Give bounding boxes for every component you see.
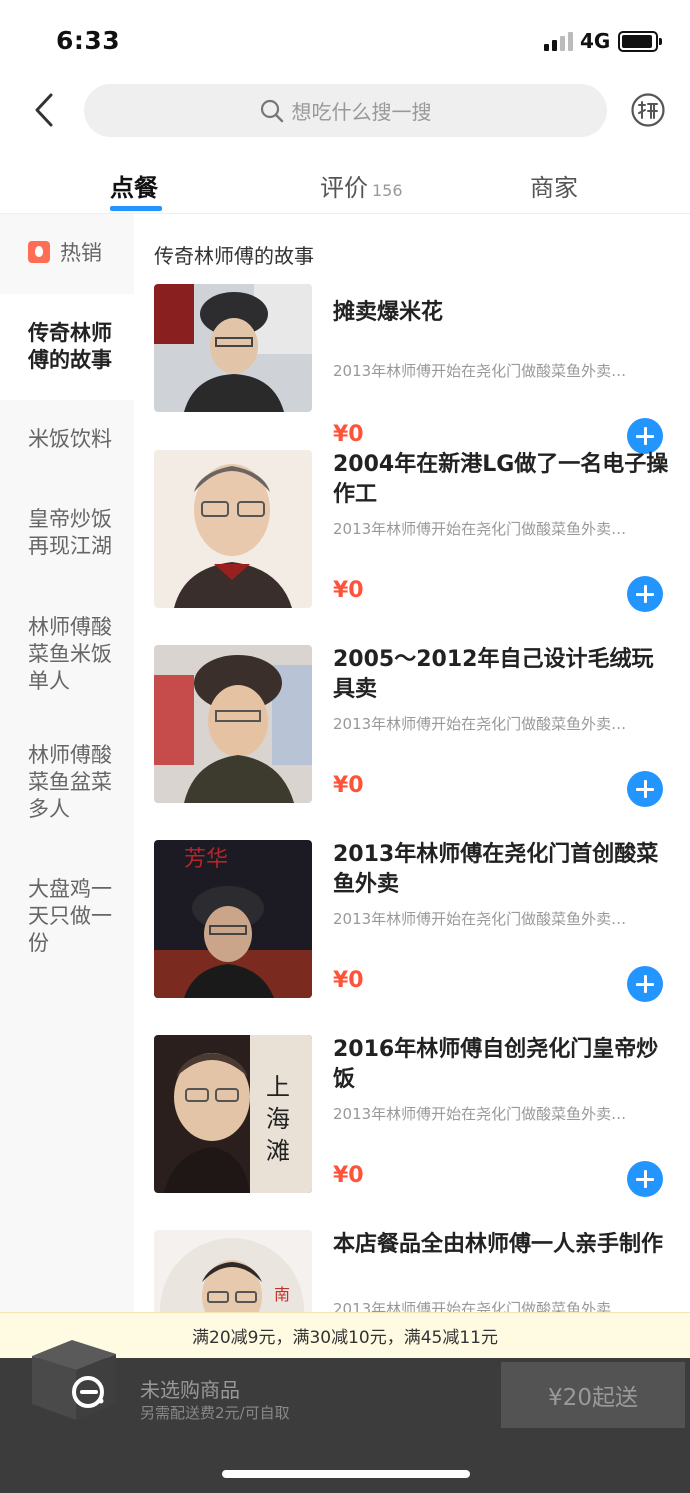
discount-text: 满20减9元，满30减10元，满45减11元 [192,1328,498,1348]
status-time: 6:33 [56,26,121,55]
chevron-left-icon [35,93,53,127]
delivery-fee-text: 另需配送费2元/可自取 [140,1404,290,1422]
cart-box-icon [32,1340,116,1420]
menu-item[interactable]: 2004年在新港LG做了一名电子操作工 2013年林师傅开始在尧化门做酸菜鱼外卖… [134,450,690,630]
menu-item[interactable]: 摊卖爆米花 2013年林师傅开始在尧化门做酸菜鱼外卖… ¥0 [134,254,690,454]
review-count: 156 [372,181,403,200]
group-order-button[interactable] [630,92,666,128]
menu-item-desc: 2013年林师傅开始在尧化门做酸菜鱼外卖… [333,1300,627,1312]
menu-item-price: ¥0 [333,773,364,798]
sidebar-item-label: 林师傅酸菜鱼米饭单人 [28,615,112,693]
sidebar-item-emperor-fried-rice[interactable]: 皇帝炒饭再现江湖 [0,480,134,584]
menu-item-price: ¥0 [333,1163,364,1188]
sidebar-item-fish-basin-multi[interactable]: 林师傅酸菜鱼盆菜多人 [0,702,134,830]
tab-reviews-label: 评价 [320,174,368,202]
tab-merchant[interactable]: 商家 [530,168,578,203]
section-title: 传奇林师傅的故事 [154,240,314,269]
menu-item-desc: 2013年林师傅开始在尧化门做酸菜鱼外卖… [333,520,627,538]
menu-content: 传奇林师傅的故事 摊卖爆米花 2013年林师傅开始在尧化门做酸菜鱼外卖… ¥0 … [134,214,690,1312]
menu-item-title: 2016年林师傅自创尧化门皇帝炒饭 [333,1037,659,1092]
menu-item-photo: 南 [154,1230,312,1312]
menu-item-desc: 2013年林师傅开始在尧化门做酸菜鱼外卖… [333,715,627,733]
menu-item[interactable]: 南 本店餐品全由林师傅一人亲手制作 2013年林师傅开始在尧化门做酸菜鱼外卖… … [134,1230,690,1312]
svg-text:海: 海 [266,1105,290,1133]
menu-item-photo [154,645,312,803]
menu-item-title: 摊卖爆米花 [333,300,444,325]
sidebar-item-rice-drinks[interactable]: 米饭饮料 [0,400,134,480]
add-to-cart-button[interactable] [627,1161,663,1197]
checkout-label: ¥20起送 [548,1385,638,1411]
sidebar-item-label: 皇帝炒饭再现江湖 [28,507,112,558]
sidebar-item-fish-rice-single[interactable]: 林师傅酸菜鱼米饭单人 [0,584,134,702]
menu-item-price: ¥0 [333,968,364,993]
search-input[interactable]: 想吃什么搜一搜 [84,84,607,137]
svg-text:芳华: 芳华 [184,847,228,872]
sidebar-item-label: 大盘鸡一天只做一份 [28,877,112,955]
menu-item-photo [154,284,312,412]
menu-item-title: 本店餐品全由林师傅一人亲手制作 [333,1232,664,1257]
checkout-button[interactable]: ¥20起送 [501,1362,685,1428]
menu-item-photo: 芳华 [154,840,312,998]
status-bar: 6:33 4G [0,0,690,80]
sidebar-item-legend-story[interactable]: 传奇林师傅的故事 [0,294,134,400]
menu-item[interactable]: 2005～2012年自己设计毛绒玩具卖 2013年林师傅开始在尧化门做酸菜鱼外卖… [134,645,690,825]
menu-item-photo: 上海滩 [154,1035,312,1193]
menu-item-desc: 2013年林师傅开始在尧化门做酸菜鱼外卖… [333,362,627,380]
cart-status: 未选购商品 [140,1378,240,1402]
menu-item-title: 2004年在新港LG做了一名电子操作工 [333,452,669,507]
active-tab-indicator [110,206,162,211]
add-to-cart-button[interactable] [627,418,663,454]
menu-item-price: ¥0 [333,578,364,603]
category-sidebar: 热销 传奇林师傅的故事 米饭饮料 皇帝炒饭再现江湖 林师傅酸菜鱼米饭单人 林师傅… [0,214,134,1314]
tab-order[interactable]: 点餐 [110,168,158,203]
svg-text:滩: 滩 [266,1137,290,1165]
menu-item-photo [154,450,312,608]
sidebar-item-hot[interactable]: 热销 [0,214,134,294]
signal-icon [544,31,574,51]
battery-icon [618,31,662,52]
svg-text:南: 南 [274,1285,290,1304]
menu-item-title: 2005～2012年自己设计毛绒玩具卖 [333,647,654,702]
tab-order-label: 点餐 [110,174,158,202]
menu-item-title: 2013年林师傅在尧化门首创酸菜鱼外卖 [333,842,659,897]
tab-bar: 点餐 评价 156 商家 [0,160,690,214]
tab-reviews[interactable]: 评价 156 [320,168,403,203]
svg-text:上: 上 [266,1073,290,1101]
add-to-cart-button[interactable] [627,966,663,1002]
tab-merchant-label: 商家 [530,174,578,202]
search-icon [260,99,283,122]
menu-item-price: ¥0 [333,422,364,447]
group-order-icon [631,93,665,127]
cart-button[interactable] [28,1334,120,1424]
network-type: 4G [580,29,611,53]
sidebar-item-label: 传奇林师傅的故事 [28,321,112,372]
menu-item-desc: 2013年林师傅开始在尧化门做酸菜鱼外卖… [333,910,627,928]
search-placeholder: 想吃什么搜一搜 [291,100,432,124]
hot-icon [28,241,50,263]
home-indicator [222,1470,470,1478]
sidebar-item-big-plate-chicken[interactable]: 大盘鸡一天只做一份 [0,830,134,960]
sidebar-item-label: 米饭饮料 [28,427,112,451]
menu-item-desc: 2013年林师傅开始在尧化门做酸菜鱼外卖… [333,1105,627,1123]
add-to-cart-button[interactable] [627,576,663,612]
menu-item[interactable]: 上海滩 2016年林师傅自创尧化门皇帝炒饭 2013年林师傅开始在尧化门做酸菜鱼… [134,1035,690,1215]
sidebar-item-label: 林师傅酸菜鱼盆菜多人 [28,743,112,821]
add-to-cart-button[interactable] [627,771,663,807]
menu-item[interactable]: 芳华 2013年林师傅在尧化门首创酸菜鱼外卖 2013年林师傅开始在尧化门做酸菜… [134,840,690,1020]
back-button[interactable] [22,88,66,132]
sidebar-item-label: 热销 [60,241,102,265]
